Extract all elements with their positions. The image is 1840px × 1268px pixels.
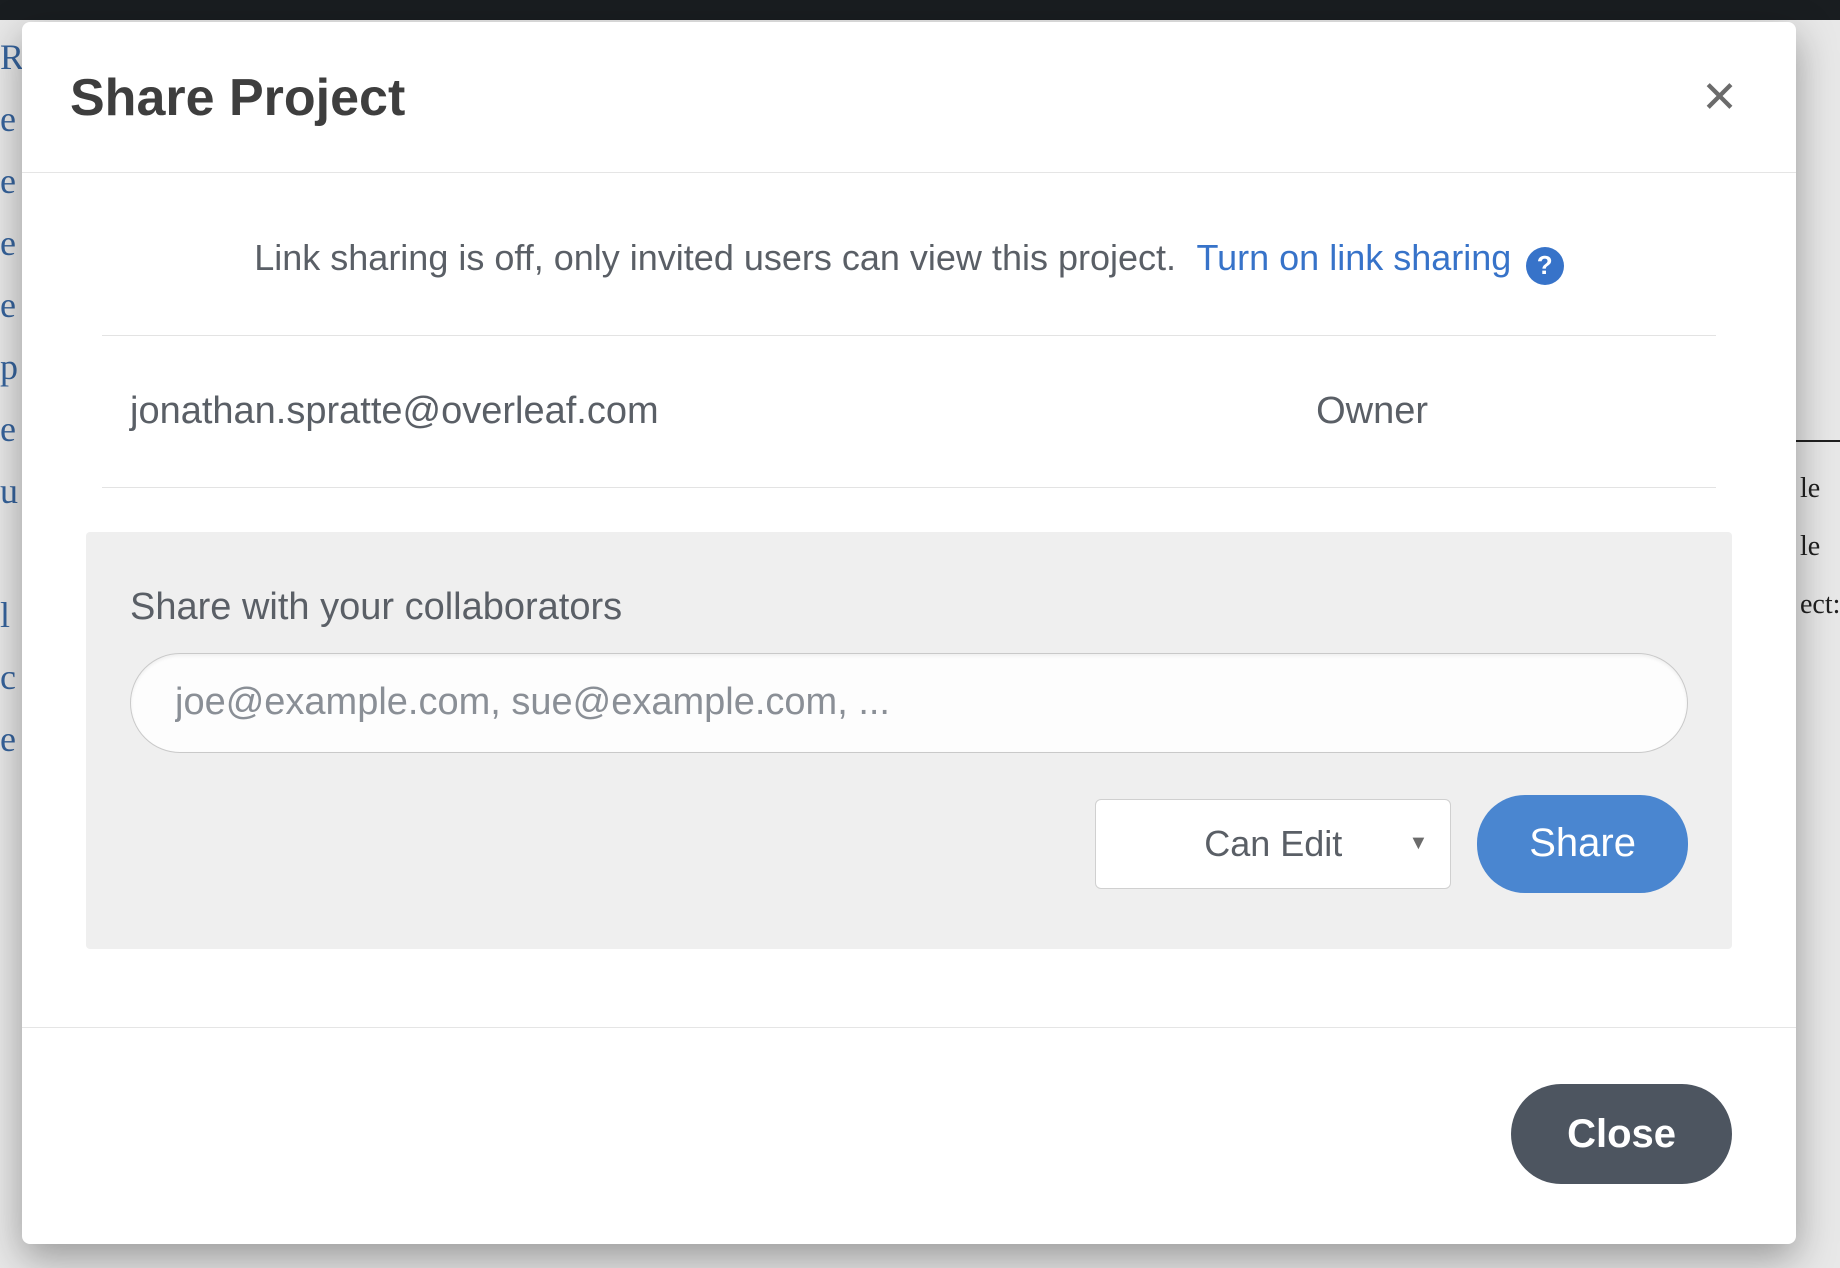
share-project-modal: Share Project ✕ Link sharing is off, onl… bbox=[22, 22, 1796, 1244]
member-row: jonathan.spratte@overleaf.com Owner bbox=[102, 336, 1716, 488]
modal-title: Share Project bbox=[70, 68, 405, 128]
share-controls: Can Edit ▼ Share bbox=[130, 795, 1688, 893]
link-sharing-row: Link sharing is off, only invited users … bbox=[102, 173, 1716, 336]
close-icon[interactable]: ✕ bbox=[1691, 72, 1748, 124]
member-role: Owner bbox=[1316, 390, 1688, 433]
modal-footer: Close bbox=[22, 1027, 1796, 1244]
share-panel: Share with your collaborators Can Edit ▼… bbox=[86, 532, 1732, 949]
modal-body: Link sharing is off, only invited users … bbox=[22, 173, 1796, 1027]
member-email: jonathan.spratte@overleaf.com bbox=[130, 390, 659, 433]
share-panel-label: Share with your collaborators bbox=[130, 586, 1688, 629]
collaborator-email-input[interactable] bbox=[130, 653, 1688, 753]
modal-header: Share Project ✕ bbox=[22, 22, 1796, 173]
close-button[interactable]: Close bbox=[1511, 1084, 1732, 1184]
chevron-down-icon: ▼ bbox=[1408, 832, 1428, 855]
turn-on-link-sharing-link[interactable]: Turn on link sharing bbox=[1196, 237, 1511, 278]
permission-select[interactable]: Can Edit ▼ bbox=[1095, 799, 1451, 889]
help-icon[interactable]: ? bbox=[1526, 247, 1564, 285]
link-sharing-message: Link sharing is off, only invited users … bbox=[254, 237, 1176, 278]
share-button[interactable]: Share bbox=[1477, 795, 1688, 893]
permission-selected-label: Can Edit bbox=[1204, 823, 1342, 865]
